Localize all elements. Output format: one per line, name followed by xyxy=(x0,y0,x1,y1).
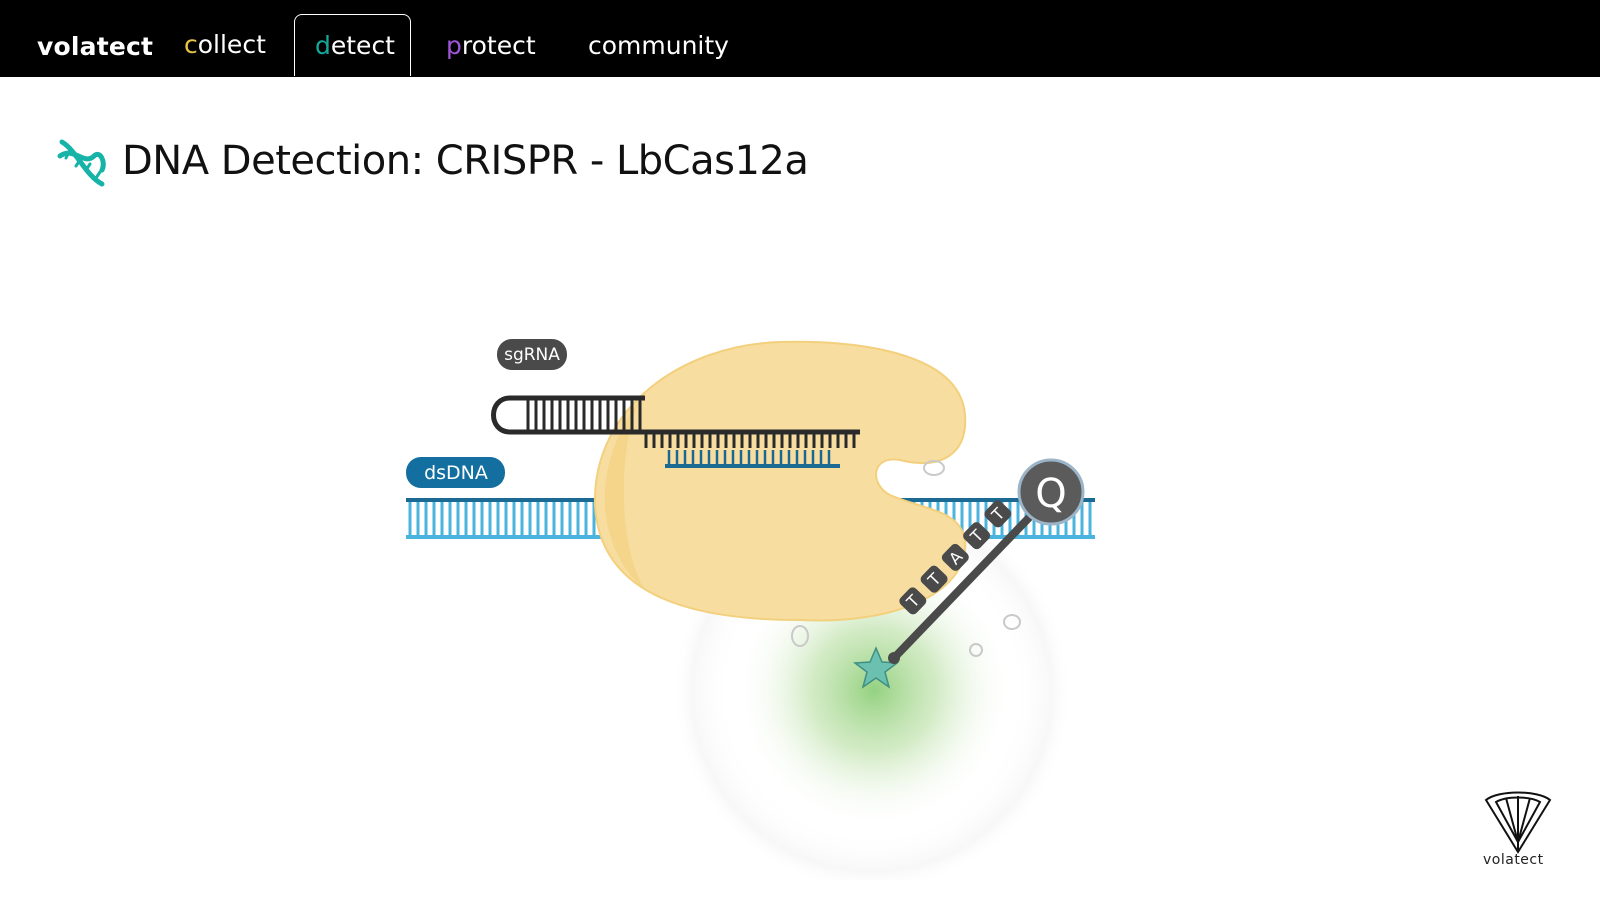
quencher-label: Q xyxy=(1035,471,1066,517)
dna-icon xyxy=(57,139,106,187)
sgrna-label: sgRNA xyxy=(504,345,560,365)
lbcas12a-protein xyxy=(593,340,967,622)
nav-item-label: rotect xyxy=(461,31,536,60)
nav-item-community[interactable]: community xyxy=(588,31,729,60)
nav-item-initial: c xyxy=(184,30,198,59)
nav-item-detect[interactable]: detect xyxy=(315,31,395,60)
top-nav-bar: volatect collect detect protect communit… xyxy=(0,0,1600,77)
footer-logo-label: volatect xyxy=(1483,852,1544,868)
nav-item-label: etect xyxy=(330,31,395,60)
sgrna-label-badge: sgRNA xyxy=(497,339,567,370)
dsdna-left xyxy=(406,498,606,539)
nav-item-label: ollect xyxy=(197,30,266,59)
brand-link[interactable]: volatect xyxy=(37,32,153,61)
page-title: DNA Detection: CRISPR - LbCas12a xyxy=(122,138,809,184)
nav-item-initial: d xyxy=(315,31,331,60)
crispr-diagram: TTATT Q sgRNA dsDNA xyxy=(406,339,1095,880)
dsdna-label-badge: dsDNA xyxy=(406,457,505,488)
quencher-marker: Q xyxy=(1017,458,1085,526)
nav-item-initial: p xyxy=(446,31,462,60)
nav-item-label: community xyxy=(588,31,729,60)
nav-item-collect[interactable]: collect xyxy=(184,30,266,59)
dsdna-label: dsDNA xyxy=(424,462,488,484)
nav-item-protect[interactable]: protect xyxy=(446,31,536,60)
